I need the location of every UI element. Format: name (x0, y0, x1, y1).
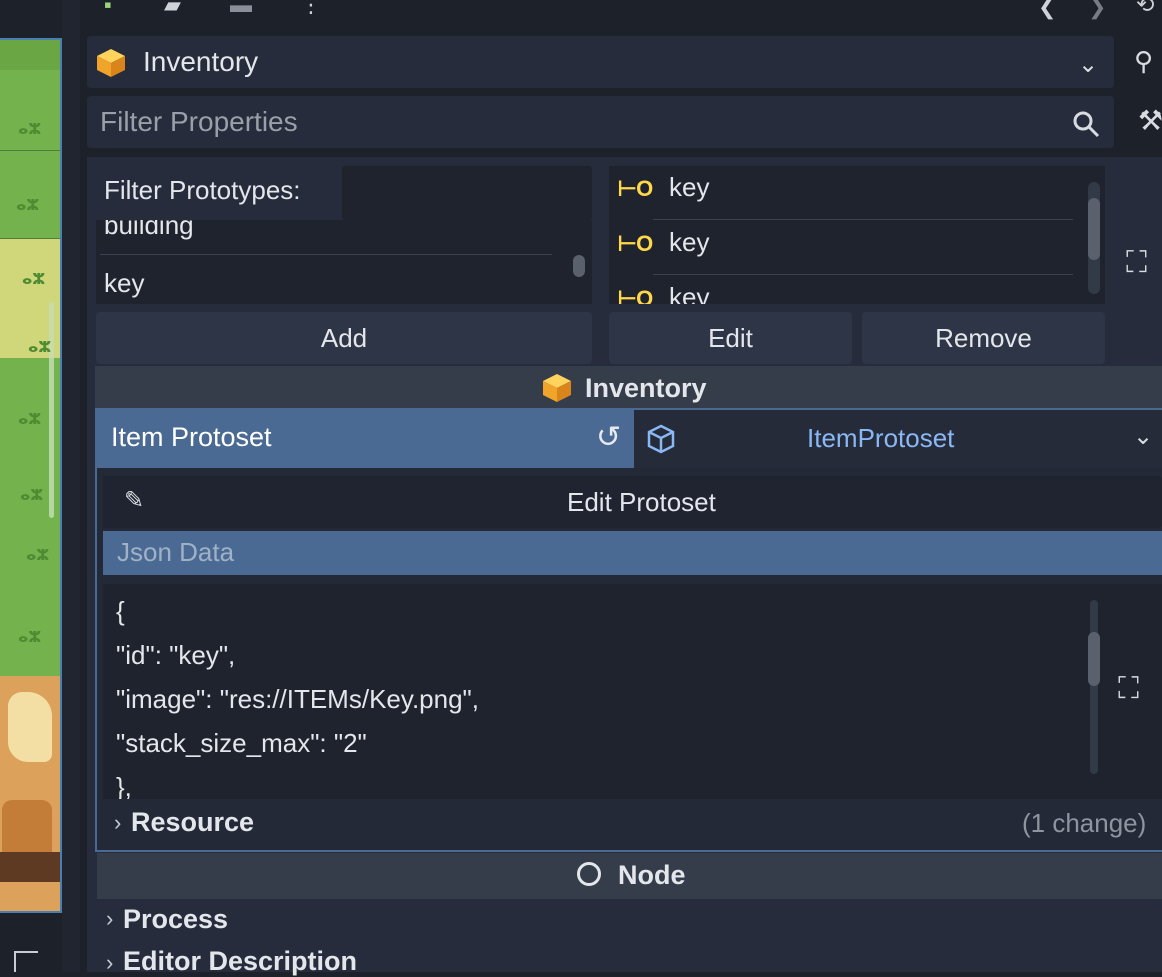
item-protoset-value[interactable]: ItemProtoset (807, 423, 954, 454)
grass-tuft: ⴰⵣ (22, 271, 46, 288)
viewport-grid-line (0, 150, 60, 151)
grass-tuft: ⴰⵣ (16, 197, 40, 214)
json-line: "id": "key", (116, 640, 236, 670)
new-script-icon[interactable]: ▪ (104, 0, 112, 16)
resource-subsection[interactable] (103, 804, 1162, 844)
object-title: Inventory (143, 46, 259, 77)
json-data-textarea[interactable]: { "id": "key", "image": "res://ITEMs/Key… (103, 584, 1106, 799)
json-line: }, (116, 772, 132, 799)
grass-tuft: ⴰⵣ (18, 629, 42, 646)
expand-icon[interactable]: ⛶ (1118, 672, 1139, 706)
load-icon[interactable]: ▰ (164, 0, 181, 16)
cube-icon (543, 374, 571, 402)
filter-prototypes-input[interactable] (342, 166, 592, 220)
item-label: key (669, 227, 710, 257)
viewport-grid-line (0, 238, 60, 239)
node-section-title: Node (618, 860, 686, 890)
cube-icon (97, 49, 125, 77)
list-item[interactable]: ⊢O key (617, 221, 1073, 275)
json-line: "image": "res://ITEMs/Key.png", (116, 684, 479, 714)
viewport-sand-highlight (8, 692, 52, 762)
expand-icon[interactable]: ⛶ (1126, 246, 1147, 280)
list-divider (653, 274, 1073, 275)
viewport-scrollbar[interactable] (49, 302, 54, 518)
edit-button[interactable]: Edit (609, 312, 852, 364)
more-icon[interactable]: ⋮ (300, 0, 322, 16)
filter-prototypes-label: Filter Prototypes: (104, 175, 301, 205)
grass-tuft: ⴰⵣ (18, 411, 42, 428)
list-item[interactable]: ⊢O key (617, 166, 1073, 220)
grass-tuft: ⴰⵣ (20, 487, 44, 504)
history-icon[interactable]: ⟲ (1136, 0, 1154, 16)
filter-properties-placeholder: Filter Properties (100, 106, 298, 137)
add-button[interactable]: Add (96, 312, 592, 364)
list-divider (100, 254, 552, 255)
dropdown-icon[interactable]: ⌄ (1078, 50, 1098, 79)
item-list-scroll-thumb[interactable] (1088, 198, 1100, 260)
prototype-item[interactable]: key (104, 268, 144, 299)
remove-button[interactable]: Remove (862, 312, 1105, 364)
prototype-item[interactable]: building (104, 220, 194, 241)
dropdown-icon[interactable]: ⌄ (1133, 422, 1153, 451)
panel-divider[interactable] (62, 0, 80, 972)
node-icon (577, 862, 601, 886)
chevron-right-icon[interactable]: › (106, 950, 113, 976)
prototype-list-scrollbar[interactable] (573, 255, 585, 277)
json-scroll-thumb[interactable] (1088, 632, 1100, 686)
pencil-icon: ✎ (124, 487, 145, 514)
json-data-label: Json Data (117, 537, 235, 567)
grass-tuft: ⴰⵣ (18, 121, 42, 138)
item-protoset-label: Item Protoset (111, 422, 272, 452)
resource-label[interactable]: Resource (131, 807, 254, 838)
key-icon: ⊢O (617, 231, 653, 256)
json-line: "stack_size_max": "2" (116, 728, 367, 758)
viewport-2d[interactable]: ⴰⵣ ⴰⵣ ⴰⵣ ⴰⵣ ⴰⵣ ⴰⵣ ⴰⵣ ⴰⵣ (0, 38, 62, 913)
item-list[interactable]: ⊢O key ⊢O key ⊢O key (609, 166, 1105, 304)
viewport-dirt-tile (0, 852, 60, 882)
resource-change-count: (1 change) (1022, 808, 1147, 838)
process-section[interactable]: Process (123, 904, 228, 935)
grass-tuft: ⴰⵣ (26, 547, 50, 564)
json-data-header (103, 531, 1162, 575)
inventory-section-title: Inventory (585, 373, 707, 403)
json-line: { (116, 596, 125, 626)
prototype-list[interactable]: building key (96, 220, 592, 304)
viewport-ruler (0, 40, 60, 70)
edit-protoset-label: Edit Protoset (567, 487, 716, 517)
item-label: key (669, 282, 710, 304)
revert-icon[interactable]: ↺ (596, 420, 621, 455)
tools-icon[interactable]: ⚒ (1138, 104, 1162, 137)
list-item[interactable]: ⊢O key (617, 276, 1073, 304)
doc-icon[interactable]: ⚲ (1134, 46, 1153, 77)
back-icon[interactable]: ❮ (1038, 0, 1056, 18)
grass-tuft: ⴰⵣ (28, 339, 52, 356)
key-icon: ⊢O (617, 176, 653, 201)
item-label: key (669, 172, 710, 202)
resource-icon (647, 424, 675, 454)
save-icon[interactable]: ▬ (230, 0, 252, 16)
chevron-right-icon[interactable]: › (114, 810, 121, 836)
search-icon[interactable] (1071, 109, 1101, 139)
forward-icon[interactable]: ❯ (1088, 0, 1106, 18)
key-icon: ⊢O (617, 286, 653, 304)
editor-description-section[interactable]: Editor Description (123, 946, 357, 977)
chevron-right-icon[interactable]: › (106, 906, 113, 932)
copy-icon[interactable] (14, 951, 38, 972)
list-divider (653, 219, 1073, 220)
json-scrollbar[interactable] (1090, 600, 1098, 774)
viewport-sand-shadow (2, 800, 52, 860)
